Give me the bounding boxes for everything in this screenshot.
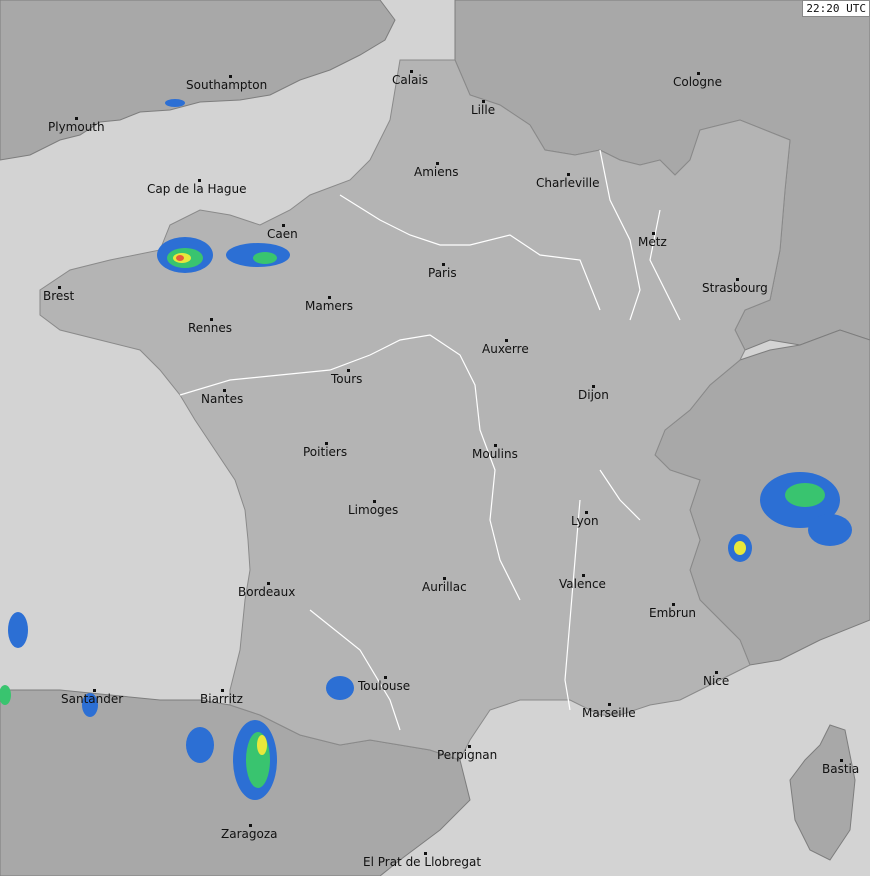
- city-label-marseille: Marseille: [582, 706, 636, 720]
- city-label-bastia: Bastia: [822, 762, 860, 776]
- city-label-perpignan: Perpignan: [437, 748, 498, 762]
- city-label-lille: Lille: [471, 103, 496, 117]
- city-label-limoges: Limoges: [348, 503, 399, 517]
- city-label-amiens: Amiens: [414, 165, 459, 179]
- city-label-poitiers: Poitiers: [303, 445, 348, 459]
- city-label-rennes: Rennes: [188, 321, 233, 335]
- city-label-nantes: Nantes: [201, 392, 244, 406]
- city-label-southampton: Southampton: [186, 78, 268, 92]
- city-label-biarritz: Biarritz: [200, 692, 243, 706]
- city-label-bordeaux: Bordeaux: [238, 585, 296, 599]
- city-label-valence: Valence: [559, 577, 606, 591]
- city-label-santander: Santander: [61, 692, 124, 706]
- city-label-charleville: Charleville: [536, 176, 600, 190]
- city-label-cap-de-la-hague: Cap de la Hague: [147, 182, 247, 196]
- city-label-el-prat: El Prat de Llobregat: [363, 855, 482, 869]
- timestamp-label: 22:20 UTC: [802, 0, 870, 17]
- city-label-strasbourg: Strasbourg: [702, 281, 768, 295]
- city-label-metz: Metz: [638, 235, 667, 249]
- city-label-dijon: Dijon: [578, 388, 609, 402]
- city-label-embrun: Embrun: [649, 606, 697, 620]
- city-label-caen: Caen: [267, 227, 298, 241]
- city-label-brest: Brest: [43, 289, 75, 303]
- city-label-nice: Nice: [703, 674, 730, 688]
- city-label-cologne: Cologne: [673, 75, 723, 89]
- city-label-aurillac: Aurillac: [422, 580, 467, 594]
- city-label-lyon: Lyon: [571, 514, 599, 528]
- city-label-tours: Tours: [331, 372, 363, 386]
- city-label-paris: Paris: [428, 266, 457, 280]
- city-label-zaragoza: Zaragoza: [221, 827, 278, 841]
- city-label-toulouse: Toulouse: [358, 679, 411, 693]
- city-label-plymouth: Plymouth: [48, 120, 105, 134]
- city-label-moulins: Moulins: [472, 447, 518, 461]
- weather-radar-map[interactable]: Southampton Plymouth Calais Cologne Lille Cap…: [0, 0, 870, 876]
- city-label-auxerre: Auxerre: [482, 342, 529, 356]
- city-label-calais: Calais: [392, 73, 429, 87]
- map-background: [0, 0, 870, 876]
- city-label-mamers: Mamers: [305, 299, 353, 313]
